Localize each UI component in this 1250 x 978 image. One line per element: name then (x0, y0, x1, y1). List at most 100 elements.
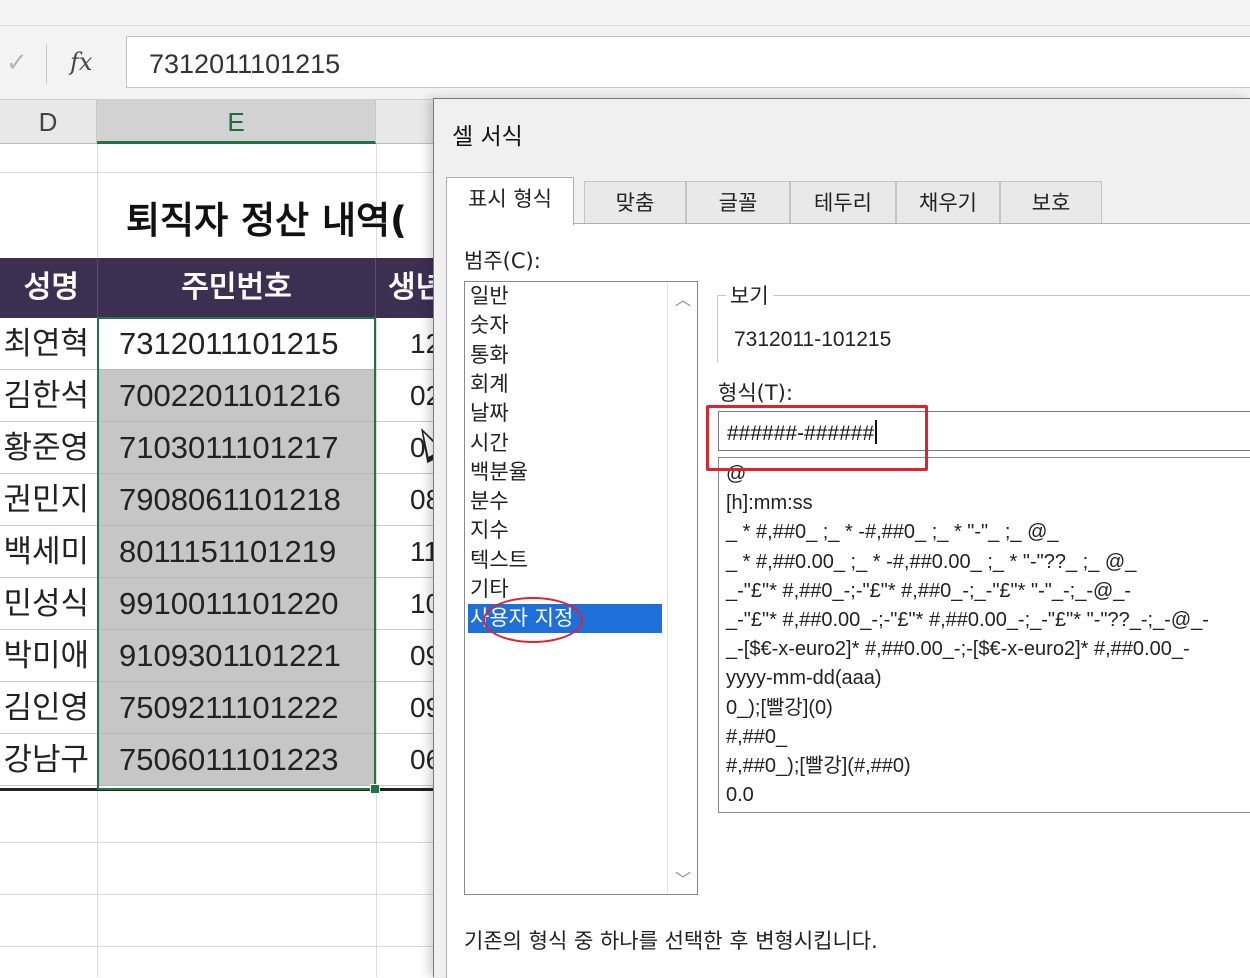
id-cell[interactable]: 9109301101221 (97, 630, 376, 682)
category-item[interactable]: 기타 (470, 575, 660, 604)
name-cell[interactable]: 백세미 (0, 526, 97, 578)
name-cell[interactable]: 황준영 (0, 422, 97, 474)
category-label: 범주(C): (464, 249, 541, 273)
sheet-title[interactable]: 퇴직자 정산 내역( (126, 190, 407, 244)
name-cell[interactable]: 민성식 (0, 578, 97, 630)
formula-value: 7312011101215 (149, 49, 341, 79)
table-row: 민성식 9910011101220 10 (0, 578, 440, 630)
birth-cell[interactable]: 06 (376, 734, 440, 786)
dialog-tabs: 표시 형식 맞춤 글꼴 테두리 채우기 보호 (446, 177, 1246, 225)
column-header-d[interactable]: D (0, 100, 97, 144)
table-row: 강남구 7506011101223 06 (0, 734, 440, 786)
id-cell[interactable]: 7103011101217 (97, 422, 376, 474)
id-cell[interactable]: 7002201101216 (97, 370, 376, 422)
grid-line (0, 894, 440, 895)
preview-group: 보기 7312011-101215 (717, 280, 1250, 363)
header-name[interactable]: 성명 (0, 258, 97, 318)
format-list-item[interactable]: _ * #,##0.00_ ;_ * -#,##0.00_ ;_ * "-"??… (726, 548, 1136, 577)
birth-cell[interactable]: 08 (376, 474, 440, 526)
scroll-up-icon[interactable]: ︿ (675, 286, 691, 310)
name-cell[interactable]: 박미애 (0, 630, 97, 682)
birth-cell[interactable]: 09 (376, 682, 440, 734)
format-list-item[interactable]: #,##0_);[빨강](#,##0) (726, 752, 911, 781)
name-cell[interactable]: 김인영 (0, 682, 97, 734)
format-list-item[interactable]: [h]:mm:ss (726, 489, 813, 518)
category-item[interactable]: 일반 (470, 282, 660, 311)
grid-line (0, 842, 440, 843)
category-item[interactable]: 회계 (470, 370, 660, 399)
table-row: 권민지 7908061101218 08 (0, 474, 440, 526)
format-list-item[interactable]: _-"£"* #,##0.00_-;-"£"* #,##0.00_-;_-"£"… (726, 606, 1209, 635)
scroll-down-icon[interactable]: ﹀ (675, 866, 691, 890)
format-list-item[interactable]: _-"£"* #,##0_-;-"£"* #,##0_-;_-"£"* "-"_… (726, 577, 1131, 606)
birth-cell[interactable]: 02 (376, 370, 440, 422)
highlight-ellipse (483, 597, 583, 643)
format-list-item[interactable]: 0_);[빨강](0) (726, 694, 833, 723)
id-cell[interactable]: 7506011101223 (97, 734, 376, 786)
category-item[interactable]: 숫자 (470, 311, 660, 340)
id-cell[interactable]: 7908061101218 (97, 474, 376, 526)
table-row: 김인영 7509211101222 09 (0, 682, 440, 734)
name-cell[interactable]: 김한석 (0, 370, 97, 422)
hint-text: 기존의 형식 중 하나를 선택한 후 변형시킵니다. (464, 929, 878, 953)
header-birth[interactable]: 생년 (376, 258, 440, 318)
id-cell[interactable]: 8011151101219 (97, 526, 376, 578)
preview-label: 보기 (726, 280, 773, 310)
formula-bar: ✓ fx 7312011101215 (0, 26, 1250, 100)
category-item[interactable]: 텍스트 (470, 546, 660, 575)
format-label: 형식(T): (718, 381, 793, 405)
category-item[interactable]: 통화 (470, 341, 660, 370)
tab-number[interactable]: 표시 형식 (446, 177, 574, 225)
tab-alignment[interactable]: 맞춤 (584, 181, 686, 223)
format-cells-dialog: 셀 서식 표시 형식 맞춤 글꼴 테두리 채우기 보호 범주(C): 일반 숫자 통… (433, 98, 1250, 978)
tab-fill[interactable]: 채우기 (896, 181, 1000, 223)
birth-cell[interactable]: 10 (376, 578, 440, 630)
table-row: 최연혁 7312011101215 12 (0, 318, 440, 370)
id-cell[interactable]: 7509211101222 (97, 682, 376, 734)
name-cell[interactable]: 강남구 (0, 734, 97, 786)
category-scrollbar[interactable]: ︿ ﹀ (667, 282, 697, 894)
category-item[interactable]: 날짜 (470, 399, 660, 428)
preview-value: 7312011-101215 (734, 328, 892, 351)
table-row: 백세미 8011151101219 11 (0, 526, 440, 578)
formula-input[interactable]: 7312011101215 (126, 36, 1250, 88)
format-list-item[interactable]: _ * #,##0_ ;_ * -#,##0_ ;_ * "-"_ ;_ @_ (726, 518, 1059, 547)
tab-font[interactable]: 글꼴 (686, 181, 790, 223)
worksheet-grid[interactable]: D E 퇴직자 정산 내역( 성명 주민번호 생년 최연혁 73120111012… (0, 100, 440, 977)
formula-separator (46, 44, 47, 84)
table-row: 박미애 9109301101221 09 (0, 630, 440, 682)
grid-line (0, 172, 440, 173)
grid-line (0, 946, 440, 947)
category-item[interactable]: 분수 (470, 487, 660, 516)
highlight-box (706, 405, 928, 471)
id-cell[interactable]: 9910011101220 (97, 578, 376, 630)
insert-function-icon[interactable]: fx (70, 48, 92, 76)
birth-cell[interactable]: 12 (376, 318, 440, 370)
birth-cell[interactable]: 09 (376, 630, 440, 682)
header-id[interactable]: 주민번호 (97, 258, 376, 318)
category-list[interactable]: 일반 숫자 통화 회계 날짜 시간 백분율 분수 지수 텍스트 기타 사용자 지정 ︿ ﹀ (464, 281, 698, 895)
column-header-e[interactable]: E (97, 100, 376, 144)
format-list-item[interactable]: 0.0 (726, 781, 754, 810)
category-item[interactable]: 지수 (470, 516, 660, 545)
table-row: 김한석 7002201101216 02 (0, 370, 440, 422)
fill-handle[interactable] (370, 784, 380, 794)
enter-check-icon[interactable]: ✓ (6, 48, 28, 78)
column-header-f[interactable] (376, 100, 440, 144)
format-list-item[interactable]: _-[$€-x-euro2]* #,##0.00_-;-[$€-x-euro2]… (726, 635, 1190, 664)
format-list-item[interactable]: yyyy-mm-dd(aaa) (726, 664, 882, 693)
format-list[interactable]: @ [h]:mm:ss _ * #,##0_ ;_ * -#,##0_ ;_ * "… (718, 457, 1250, 813)
category-item[interactable]: 백분율 (470, 458, 660, 487)
dialog-title: 셀 서식 (452, 124, 523, 150)
name-cell[interactable]: 권민지 (0, 474, 97, 526)
birth-cell[interactable]: 11 (376, 526, 440, 578)
category-item[interactable]: 시간 (470, 429, 660, 458)
tab-protection[interactable]: 보호 (1000, 181, 1102, 223)
table-header-row: 성명 주민번호 생년 (0, 258, 440, 318)
tab-border[interactable]: 테두리 (790, 181, 896, 223)
format-list-item[interactable]: #,##0_ (726, 723, 787, 752)
name-cell[interactable]: 최연혁 (0, 318, 97, 370)
id-cell[interactable]: 7312011101215 (97, 318, 376, 370)
table-row: 황준영 7103011101217 0 (0, 422, 440, 474)
ribbon-strip (0, 0, 1250, 26)
